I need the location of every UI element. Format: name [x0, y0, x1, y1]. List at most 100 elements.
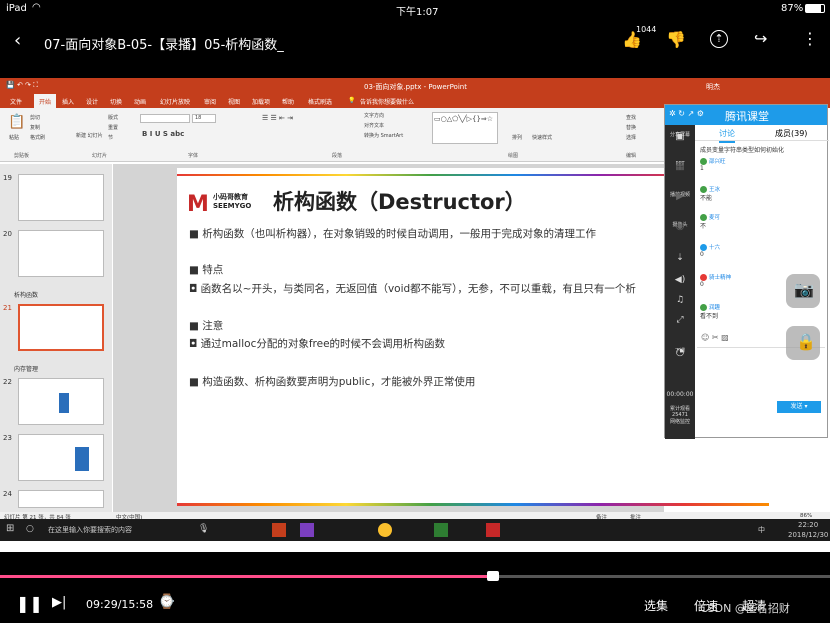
share-screen-button[interactable]: ▣ 分享屏幕: [665, 131, 695, 142]
windows-taskbar: ⊞ ○ 在这里输入你要搜索的内容 🎙 中 22:20 2018/12/30: [0, 519, 830, 541]
tencent-tabs: 讨论 成员(39): [695, 125, 829, 143]
send-button[interactable]: 发送 ▾: [777, 401, 821, 413]
slide-bullet: ■ 析构函数（也叫析构器），在对象销毁的时候自动调用，一般用于完成对象的清理工作: [189, 228, 597, 240]
arrange-button[interactable]: 排列: [512, 134, 522, 141]
paste-icon[interactable]: 📋: [8, 114, 25, 130]
menu-addins[interactable]: 加载项: [252, 97, 270, 106]
section-label[interactable]: 内存管理: [14, 364, 38, 373]
lock-screen-button[interactable]: 🔒: [786, 326, 820, 360]
search-icon: ○: [26, 524, 34, 534]
shapes-gallery[interactable]: ▭○△⬠╲╱▷{}⇒☆: [432, 112, 498, 144]
section-label[interactable]: 析构函数: [14, 290, 38, 299]
tab-members[interactable]: 成员(39): [775, 128, 807, 139]
play-video-button[interactable]: ▶ 播放视频: [665, 191, 695, 202]
video-frame[interactable]: 💾 ↶ ↷ ⛶ 03-面向对象.pptx - PowerPoint 明杰 文件 …: [0, 78, 830, 552]
tell-me-search[interactable]: 告诉我你想要做什么: [360, 97, 414, 106]
settings-icon[interactable]: ✲ ↻ ↗ ⚙: [669, 109, 704, 118]
powerpoint-app-icon[interactable]: [272, 523, 286, 537]
format-painter-button[interactable]: 格式刷: [30, 134, 45, 141]
menu-insert[interactable]: 插入: [62, 97, 74, 106]
group-font: 字体: [188, 153, 199, 159]
reset-button[interactable]: 重置: [108, 124, 118, 131]
menu-review[interactable]: 审阅: [204, 97, 216, 106]
menu-design[interactable]: 设计: [86, 97, 98, 106]
slide-thumb-20[interactable]: [18, 230, 104, 277]
tab-discussion[interactable]: 讨论: [719, 128, 735, 143]
app-icon[interactable]: [434, 523, 448, 537]
ppt-button[interactable]: ▦ PPT: [665, 161, 695, 172]
menu-animations[interactable]: 动画: [134, 97, 146, 106]
text-direction-button[interactable]: 文字方向: [364, 112, 384, 119]
visual-studio-app-icon[interactable]: [300, 523, 314, 537]
menu-slideshow[interactable]: 幻灯片放映: [160, 97, 190, 106]
slide-thumb-19[interactable]: [18, 174, 104, 221]
ppt-user: 明杰: [706, 83, 720, 91]
app-icon[interactable]: [486, 523, 500, 537]
camera-button[interactable]: ◉ 摄像头: [665, 221, 695, 232]
mic-icon[interactable]: ⇣: [665, 253, 695, 263]
back-icon[interactable]: ‹: [14, 30, 21, 51]
screenshot-button[interactable]: 📷: [786, 274, 820, 308]
ppt-icon: ▦: [675, 161, 685, 172]
logo-icon: M: [187, 192, 209, 217]
dislike-icon[interactable]: 👎: [666, 30, 686, 49]
speaker-icon[interactable]: ◀): [665, 275, 695, 285]
more-icon[interactable]: ⋮: [802, 29, 818, 48]
cut-button[interactable]: 剪切: [30, 114, 40, 121]
fullscreen-icon[interactable]: ⤢: [665, 315, 695, 325]
menu-home[interactable]: 开始: [34, 94, 57, 108]
group-paragraph: 段落: [332, 153, 343, 159]
section-button[interactable]: 节: [108, 134, 113, 141]
taskbar-search[interactable]: 在这里输入你要搜索的内容: [48, 525, 132, 535]
group-editing: 编辑: [626, 153, 637, 159]
slide-thumb-21-selected[interactable]: [18, 304, 104, 351]
select-button[interactable]: 选择: [626, 134, 636, 141]
chrome-app-icon[interactable]: [378, 523, 392, 537]
chat-message: 成员变量字符串类型如何初始化: [700, 145, 784, 154]
chat-user: 润趣: [709, 305, 721, 311]
menu-help[interactable]: 帮助: [282, 97, 294, 106]
font-style-icons[interactable]: B I U S abc: [142, 130, 184, 138]
taskbar-date: 2018/12/30: [788, 531, 829, 539]
find-button[interactable]: 查找: [626, 114, 636, 121]
progress-handle[interactable]: [487, 571, 500, 581]
menu-transitions[interactable]: 切换: [110, 97, 122, 106]
share-icon[interactable]: ↪: [754, 29, 767, 48]
menu-view[interactable]: 视图: [228, 97, 240, 106]
screen-icon: ▣: [675, 131, 685, 142]
new-slide-button[interactable]: 新建 幻灯片: [76, 132, 103, 139]
coin-icon[interactable]: ⇡: [710, 30, 728, 48]
lock-icon: 🔒: [796, 332, 816, 351]
danmaku-toggle-icon[interactable]: ⌚: [158, 594, 175, 610]
slide-thumb-23[interactable]: [18, 434, 104, 481]
slide-thumb-22[interactable]: [18, 378, 104, 425]
tencent-brand: 腾讯课堂: [725, 110, 769, 123]
quick-style-button[interactable]: 快速样式: [532, 134, 552, 141]
smartart-button[interactable]: 转换为 SmartArt: [364, 132, 403, 139]
tencent-header: ✲ ↻ ↗ ⚙ 腾讯课堂: [665, 105, 827, 125]
windows-start-icon[interactable]: ⊞: [6, 523, 14, 534]
mic-icon[interactable]: 🎙: [198, 524, 209, 534]
emoji-icon[interactable]: ☺ ✂ ▨: [701, 333, 729, 342]
chapters-button[interactable]: 选集: [644, 597, 668, 614]
list-icons[interactable]: ☰ ☰ ⇤ ⇥: [262, 114, 293, 122]
slide-thumb-24[interactable]: [18, 490, 104, 508]
end-class-button[interactable]: ◔ 下课: [665, 347, 695, 358]
ime-indicator[interactable]: 中: [758, 525, 765, 535]
copy-button[interactable]: 复制: [30, 124, 40, 131]
music-icon[interactable]: ♫: [665, 295, 695, 305]
thumb-number: 24: [3, 490, 12, 498]
wifi-icon: ◠: [32, 2, 41, 13]
menu-format[interactable]: 格式刷选: [308, 97, 332, 106]
replace-button[interactable]: 替换: [626, 124, 636, 131]
font-family-select[interactable]: [140, 114, 190, 123]
layout-button[interactable]: 版式: [108, 114, 118, 121]
align-text-button[interactable]: 对齐文本: [364, 122, 384, 129]
save-icon[interactable]: 💾 ↶ ↷ ⛶: [6, 81, 38, 90]
next-icon[interactable]: ▶|: [52, 595, 66, 610]
send-label: 发送: [790, 403, 803, 410]
pause-icon[interactable]: ❚❚: [16, 594, 43, 613]
font-size-select[interactable]: 18: [192, 114, 216, 123]
menu-file[interactable]: 文件: [10, 97, 22, 106]
progress-track[interactable]: [0, 571, 830, 581]
